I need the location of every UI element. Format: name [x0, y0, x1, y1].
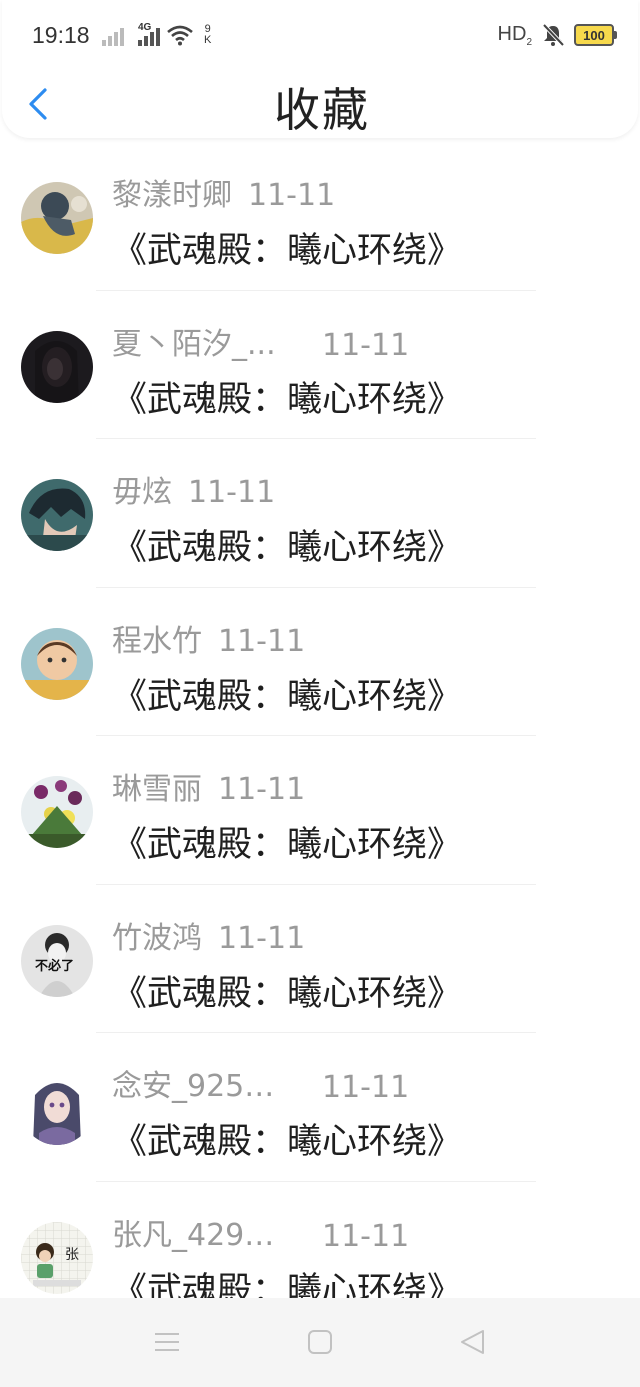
- item-title: 《武魂殿：曦心环绕》: [112, 973, 463, 1014]
- status-right-icons: HD2 100: [497, 22, 617, 48]
- avatar[interactable]: [21, 330, 93, 403]
- list-item[interactable]: 程水竹 11-11 《武魂殿：曦心环绕》: [0, 588, 640, 736]
- list-item[interactable]: 黎漾时卿 11-11 《武魂殿：曦心环绕》: [0, 142, 640, 291]
- item-title: 《武魂殿：曦心环绕》: [112, 676, 463, 717]
- list-item[interactable]: 夏丶陌汐_... 11-11 《武魂殿：曦心环绕》: [0, 291, 640, 439]
- item-title: 《武魂殿：曦心环绕》: [112, 231, 463, 271]
- top-bar: 19:18 4G 9 K HD2 100 收藏: [2, 0, 638, 138]
- item-date: 11-11: [322, 1070, 410, 1105]
- item-meta: 琳雪丽 11-11: [112, 764, 305, 808]
- item-date: 11-11: [218, 920, 306, 956]
- list-item[interactable]: 琳雪丽 11-11 《武魂殿：曦心环绕》: [0, 736, 640, 885]
- item-title: 《武魂殿：曦心环绕》: [112, 379, 463, 420]
- item-meta: 黎漾时卿 11-11: [112, 170, 335, 214]
- menu-icon: [155, 1333, 179, 1351]
- item-date: 11-11: [218, 772, 306, 807]
- home-button[interactable]: [302, 1326, 338, 1358]
- list-item[interactable]: 不必了 竹波鸿 11-11 《武魂殿：曦心环绕》: [0, 885, 640, 1033]
- page-title: 收藏: [274, 83, 370, 137]
- avatar[interactable]: [21, 182, 93, 254]
- list-item[interactable]: 张 张凡_4296... 11-11 《武魂殿：曦心环绕》: [0, 1182, 640, 1299]
- user-name: 张凡_4296...: [112, 1217, 290, 1253]
- net-speed: 9 K: [204, 24, 211, 46]
- item-date: 11-11: [248, 178, 336, 213]
- user-name: 念安_9252...: [112, 1069, 290, 1104]
- item-meta: 张凡_4296... 11-11: [112, 1210, 409, 1254]
- avatar[interactable]: 张: [21, 1221, 93, 1294]
- user-name: 竹波鸿: [112, 920, 202, 956]
- item-date: 11-11: [188, 475, 276, 510]
- list-item[interactable]: 毋炫 11-11 《武魂殿：曦心环绕》: [0, 439, 640, 588]
- item-meta: 夏丶陌汐_... 11-11: [112, 319, 409, 363]
- item-date: 11-11: [322, 1218, 410, 1254]
- battery-icon: 100: [574, 24, 617, 46]
- item-date: 11-11: [218, 623, 306, 659]
- signal-icon-sim2: 4G: [138, 22, 160, 46]
- signal-tag: 4G: [138, 22, 152, 33]
- signal-icon-sim1: [102, 26, 124, 46]
- avatar[interactable]: 不必了: [21, 924, 93, 997]
- list-item[interactable]: 念安_9252... 11-11 《武魂殿：曦心环绕》: [0, 1033, 640, 1182]
- user-name: 毋炫: [112, 475, 172, 510]
- item-meta: 程水竹 11-11: [112, 616, 305, 660]
- status-time: 19:18: [32, 22, 90, 48]
- item-meta: 念安_9252... 11-11: [112, 1061, 409, 1105]
- item-title: 《武魂殿：曦心环绕》: [112, 825, 463, 865]
- avatar[interactable]: [21, 479, 93, 551]
- home-square-icon: [308, 1330, 332, 1354]
- user-name: 黎漾时卿: [112, 178, 232, 213]
- system-nav-bar: [0, 1298, 640, 1387]
- avatar[interactable]: [21, 1073, 93, 1145]
- favorites-screen: 19:18 4G 9 K HD2 100 收藏 黎漾时卿 11-11 《武魂殿：…: [0, 0, 640, 1387]
- favorites-list: 黎漾时卿 11-11 《武魂殿：曦心环绕》 夏丶陌汐_... 11-11 《武魂殿：…: [0, 142, 640, 1298]
- user-name: 程水竹: [112, 623, 202, 659]
- hd-indicator: HD2: [497, 22, 532, 48]
- item-title: 《武魂殿：曦心环绕》: [112, 528, 463, 568]
- status-left-icons: 4G 9 K: [102, 22, 211, 46]
- avatar-text: 张: [65, 1246, 79, 1263]
- avatar[interactable]: [21, 776, 93, 848]
- header: 收藏: [2, 72, 640, 138]
- avatar-text: 不必了: [35, 958, 75, 974]
- item-date: 11-11: [322, 327, 410, 363]
- back-triangle-icon: [461, 1330, 484, 1354]
- bell-muted-icon: [542, 23, 565, 47]
- status-bar: 19:18 4G 9 K HD2 100: [2, 0, 640, 72]
- avatar[interactable]: [21, 627, 93, 700]
- item-title: 《武魂殿：曦心环绕》: [112, 1270, 463, 1299]
- item-title: 《武魂殿：曦心环绕》: [112, 1122, 463, 1162]
- menu-button[interactable]: [149, 1326, 185, 1358]
- item-meta: 毋炫 11-11: [112, 467, 275, 511]
- net-speed-unit: K: [204, 34, 212, 46]
- user-name: 夏丶陌汐_...: [112, 326, 276, 362]
- user-name: 琳雪丽: [112, 772, 202, 807]
- nav-back-button[interactable]: [454, 1326, 490, 1358]
- item-meta: 竹波鸿 11-11: [112, 913, 305, 957]
- wifi-icon: [167, 25, 193, 46]
